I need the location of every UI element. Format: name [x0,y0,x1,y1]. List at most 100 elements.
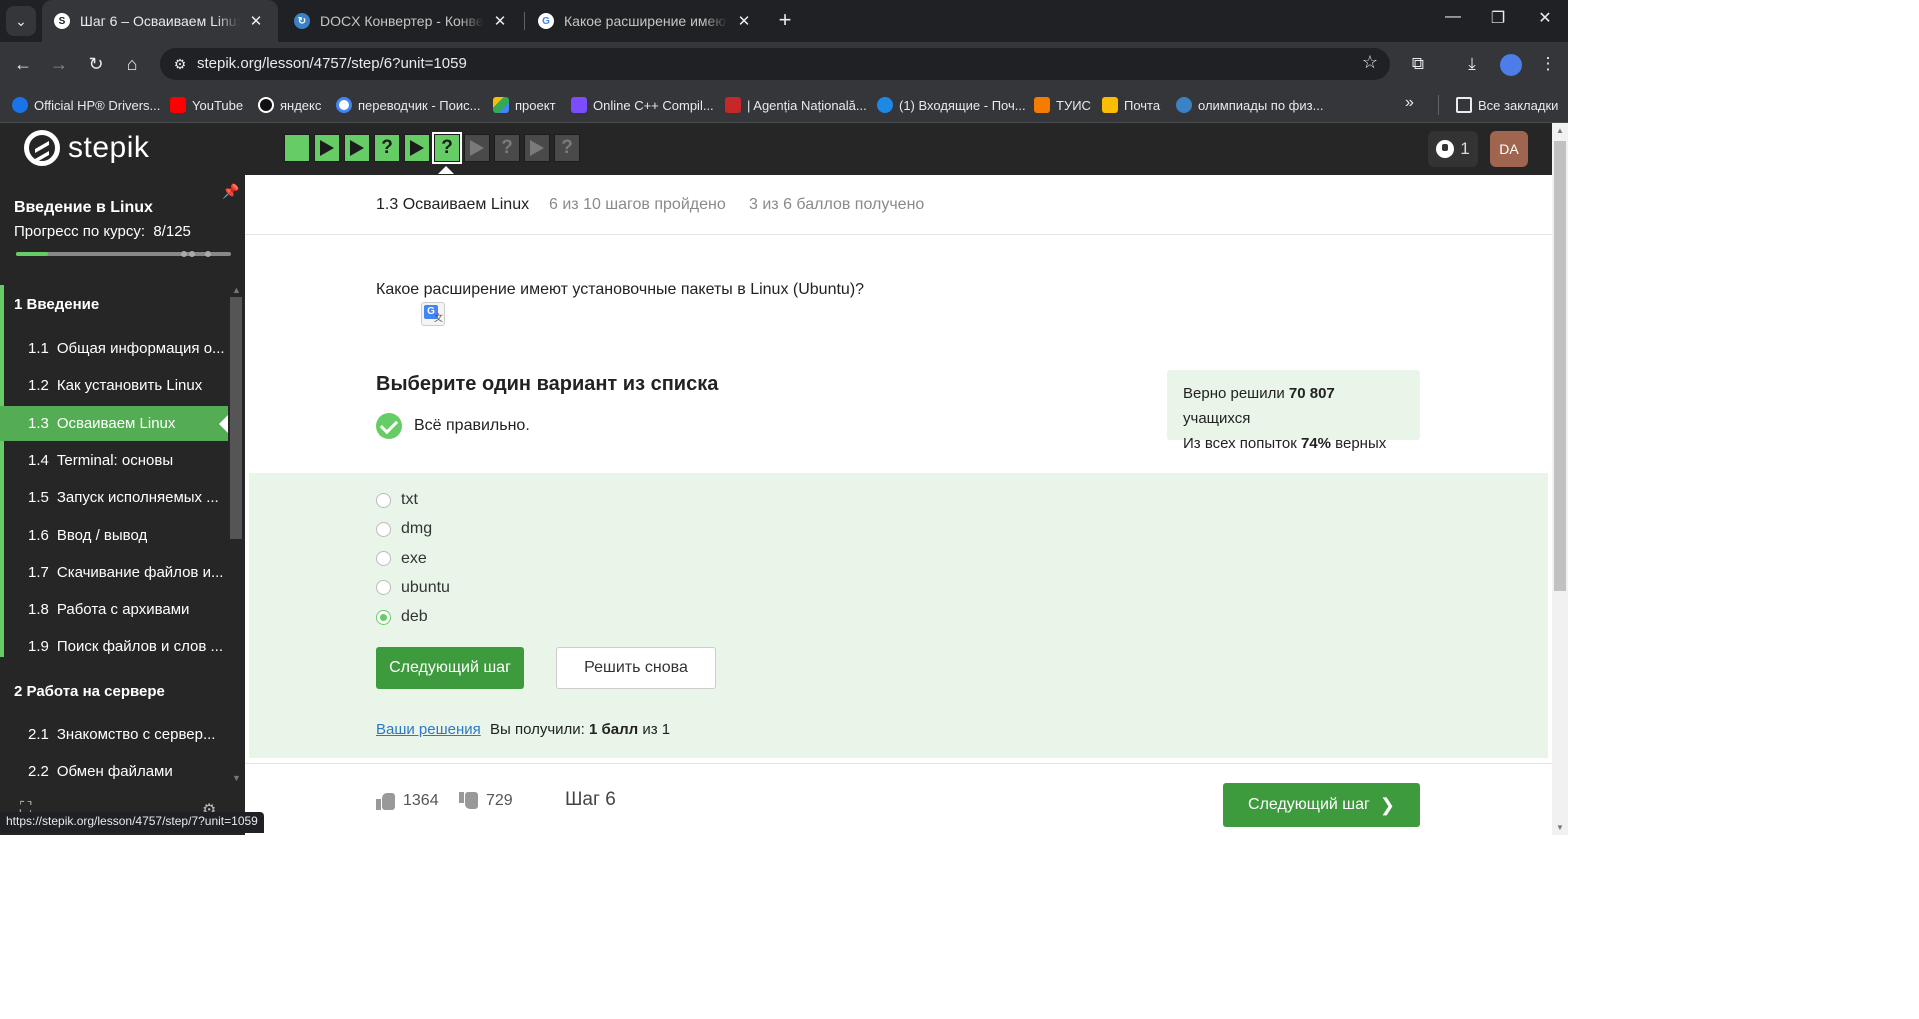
back-icon[interactable]: ← [9,51,37,79]
page-scroll-down-icon[interactable]: ▼ [1556,823,1564,832]
sidebar-lesson-1-2[interactable]: 1.2 Как установить Linux [0,368,228,403]
more-bookmarks-icon[interactable]: » [1405,94,1414,112]
sidebar-scroll-down-icon[interactable]: ▼ [232,773,241,783]
extensions-icon[interactable]: ⧉ [1405,52,1431,78]
new-tab-button[interactable]: + [772,8,798,34]
restore-icon[interactable]: ❐ [1478,8,1518,28]
module-title[interactable]: 2 Работа на сервере [14,683,165,700]
solve-again-button[interactable]: Решить снова [556,647,716,689]
sidebar-lesson-1-6[interactable]: 1.6 Ввод / вывод [0,518,228,553]
page-scroll-thumb[interactable] [1554,141,1566,591]
your-solutions-link[interactable]: Ваши решения [376,721,481,738]
sidebar-lesson-1-4[interactable]: 1.4 Terminal: основы [0,443,228,478]
close-tab-icon[interactable]: ✕ [490,12,510,30]
step-1-theory-button[interactable] [284,134,310,162]
sidebar-lesson-1-1[interactable]: 1.1 Общая информация о... [0,331,228,366]
sidebar-lesson-2-1[interactable]: 2.1 Знакомство с сервер... [0,717,228,752]
tab-docx-converter[interactable]: ↻ DOCX Конвертер - Конвертировать ✕ [282,0,522,42]
bookmark-label: Online C++ Compil... [593,97,714,113]
page-scrollbar[interactable]: ▲ ▼ [1552,123,1568,835]
sidebar-lesson-1-7[interactable]: 1.7 Скачивание файлов и... [0,555,228,590]
sidebar-lesson-1-5[interactable]: 1.5 Запуск исполняемых ... [0,480,228,515]
radio-button[interactable] [376,580,391,596]
bookmark-star-icon[interactable]: ☆ [1362,52,1378,73]
lesson-title: Скачивание файлов и... [56,563,224,581]
course-title[interactable]: Введение в Linux [14,199,153,217]
sidebar-lesson-2-2[interactable]: 2.2 Обмен файлами [0,754,228,789]
google-icon [336,97,352,113]
address-bar[interactable]: ⚙ stepik.org/lesson/4757/step/6?unit=105… [160,48,1390,80]
tuis-icon [1034,97,1050,113]
answer-option-dmg[interactable]: dmg [376,518,432,540]
step-2-video-button[interactable] [314,134,340,162]
step-5-video-button[interactable] [404,134,430,162]
close-tab-icon[interactable]: ✕ [734,12,754,30]
answer-option-ubuntu[interactable]: ubuntu [376,577,450,599]
reload-icon[interactable]: ↻ [82,51,110,79]
page-scroll-up-icon[interactable]: ▲ [1556,126,1564,135]
profile-avatar-icon[interactable] [1500,54,1522,76]
dislike-button[interactable]: 729 [459,791,513,811]
sidebar-lesson-1-3[interactable]: 1.3 Осваиваем Linux [0,405,228,441]
radio-button[interactable] [376,521,391,537]
bookmark-label: YouTube [192,97,244,113]
next-step-button[interactable]: Следующий шаг [376,647,524,689]
bookmark-translator[interactable]: переводчик - Поис... [336,95,480,115]
url-text[interactable]: stepik.org/lesson/4757/step/6?unit=1059 [197,55,467,72]
bookmark-project[interactable]: проект [493,95,556,115]
close-tab-icon[interactable]: ✕ [246,12,266,30]
radio-button[interactable] [376,551,391,567]
current-step-pointer [438,166,454,174]
footer-next-step-button[interactable]: Следующий шаг ❯ [1223,783,1420,827]
answer-option-deb[interactable]: deb [376,606,428,628]
forward-icon[interactable]: → [45,51,73,79]
lesson-number: 1.1 [28,340,49,357]
user-avatar[interactable]: DA [1490,131,1528,167]
notifications-button[interactable]: 1 [1428,131,1478,167]
score-prefix: Вы получили: [490,721,585,738]
likes-count: 1364 [403,792,439,809]
radio-button[interactable] [376,492,391,508]
step-9-video-button[interactable] [524,134,550,162]
steps-done: 6 из 10 шагов пройдено [549,196,726,213]
like-button[interactable]: 1364 [376,791,439,811]
browser-menu-icon[interactable]: ⋮ [1535,52,1561,78]
step-6-quiz-button[interactable]: ? [432,132,462,164]
bookmark-yandex[interactable]: яндекс [258,95,321,115]
module-title[interactable]: 1 Введение [14,296,99,313]
bookmark-tuis[interactable]: ТУИС [1034,95,1091,115]
tab-stepik[interactable]: S Шаг 6 – Осваиваем Linux – Stepik ✕ [42,0,278,42]
bookmark-cpp-compiler[interactable]: Online C++ Compil... [571,95,714,115]
step-8-quiz-button[interactable]: ? [494,134,520,162]
step-4-quiz-button[interactable]: ? [374,134,400,162]
progress-marker [189,251,195,257]
radio-button[interactable] [376,609,391,625]
bookmark-youtube[interactable]: YouTube [170,95,243,115]
answer-option-txt[interactable]: txt [376,489,418,511]
home-icon[interactable]: ⌂ [118,51,146,79]
step-3-video-button[interactable] [344,134,370,162]
bookmark-hp[interactable]: Official HP® Drivers... [12,95,160,115]
sidebar-scroll-up-icon[interactable]: ▲ [232,285,241,295]
stepik-logo[interactable]: stepik [24,130,149,166]
answer-option-exe[interactable]: exe [376,548,427,570]
bookmark-olympiads[interactable]: олимпиады по физ... [1176,95,1323,115]
site-info-icon[interactable]: ⚙ [170,54,190,74]
sidebar-scrollbar[interactable] [230,297,242,539]
all-bookmarks-button[interactable]: Все закладки [1456,95,1558,115]
step-10-quiz-button[interactable]: ? [554,134,580,162]
bookmark-pochta[interactable]: Почта [1102,95,1160,115]
pin-icon[interactable]: 📌 [222,183,239,200]
bookmark-agentia[interactable]: | Agenția Națională... [725,95,867,115]
tab-google-search[interactable]: G Какое расширение имеют установочные ✕ [526,0,766,42]
sidebar-lesson-1-8[interactable]: 1.8 Работа с архивами [0,592,228,627]
stat-text: верных [1335,435,1387,452]
step-7-video-button[interactable] [464,134,490,162]
minimize-icon[interactable]: — [1433,8,1473,26]
downloads-icon[interactable]: ⤓ [1459,52,1485,78]
bookmark-mail-inbox[interactable]: (1) Входящие - Поч... [877,95,1026,115]
close-window-icon[interactable]: ✕ [1525,8,1565,28]
translate-icon[interactable] [421,302,445,326]
tab-search-button[interactable]: ⌄ [6,6,36,36]
sidebar-lesson-1-9[interactable]: 1.9 Поиск файлов и слов ... [0,629,228,664]
